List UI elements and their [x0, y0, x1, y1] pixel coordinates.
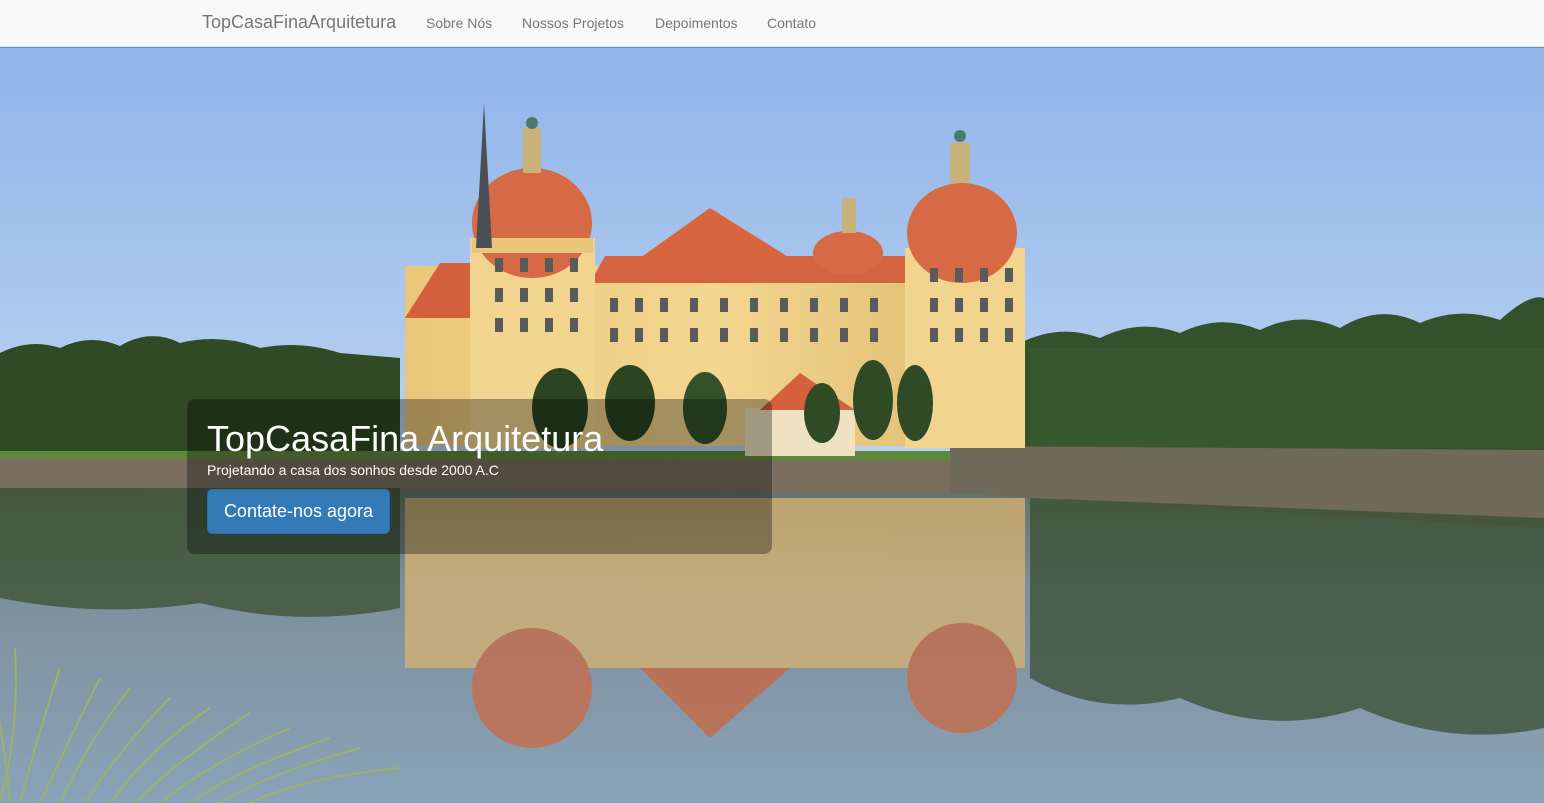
nav-link-depoimentos[interactable]: Depoimentos [655, 15, 738, 31]
hero-section: TopCasaFina Arquitetura Projetando a cas… [0, 48, 1544, 803]
nav-link-nossos-projetos[interactable]: Nossos Projetos [522, 15, 624, 31]
hero-title: TopCasaFina Arquitetura [207, 418, 604, 459]
hero-caption: TopCasaFina Arquitetura Projetando a cas… [187, 399, 772, 554]
brand-link[interactable]: TopCasaFinaArquitetura [202, 12, 396, 33]
nav-link-sobre-nos[interactable]: Sobre Nós [426, 15, 492, 31]
contact-now-button[interactable]: Contate-nos agora [207, 489, 390, 534]
top-navbar: TopCasaFinaArquitetura Sobre Nós Nossos … [0, 0, 1544, 47]
hero-subtitle: Projetando a casa dos sonhos desde 2000 … [207, 462, 499, 478]
nav-link-contato[interactable]: Contato [767, 15, 816, 31]
